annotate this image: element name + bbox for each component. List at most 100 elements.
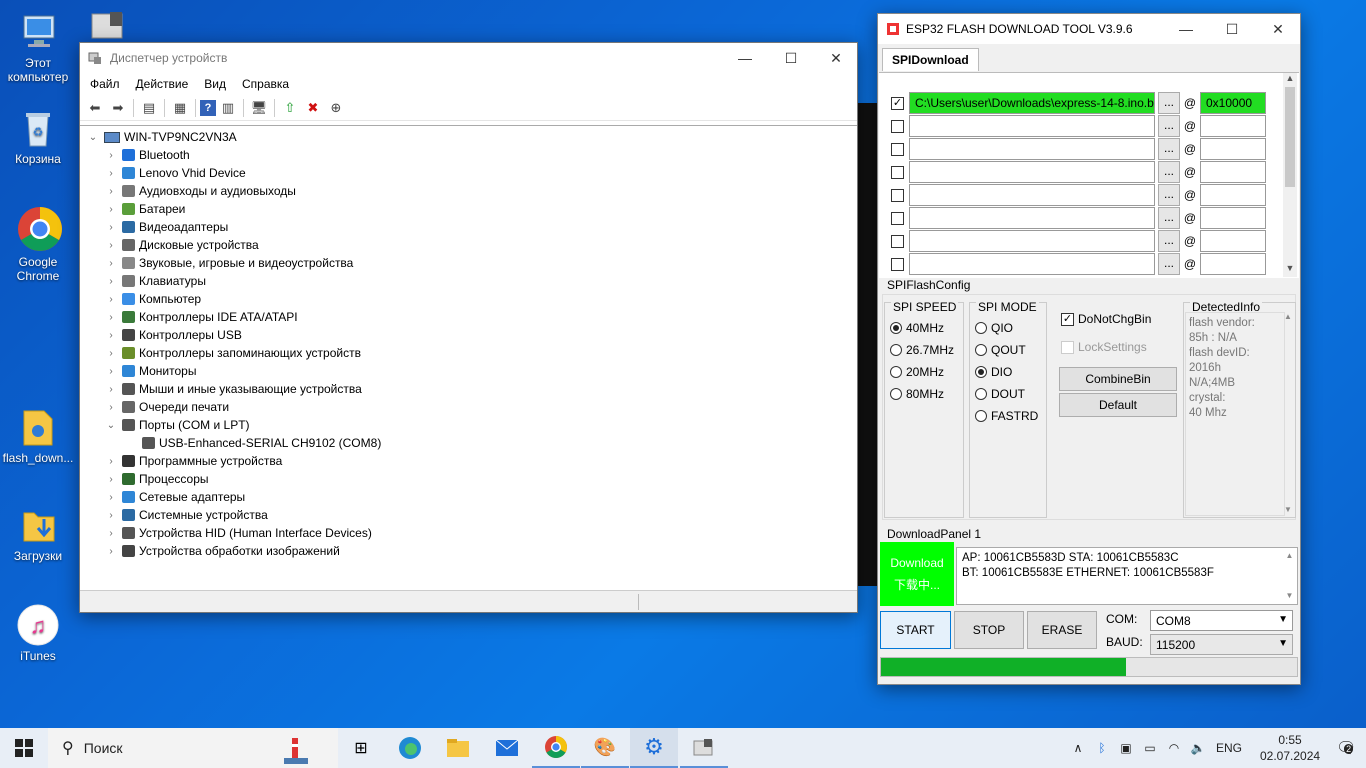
address-input[interactable]	[1200, 138, 1266, 160]
clock[interactable]: 0:55 02.07.2024	[1260, 732, 1320, 764]
lock-settings-checkbox[interactable]: LockSettings	[1061, 340, 1147, 354]
uninstall-icon[interactable]: ✖	[302, 97, 324, 119]
menu-file[interactable]: Файл	[82, 77, 128, 91]
start-button[interactable]: START	[880, 611, 951, 649]
detected-info-scrollbar[interactable]: ▲ ▼	[1281, 312, 1295, 516]
search-box[interactable]: ⚲ Поиск	[48, 728, 338, 768]
combine-bin-button[interactable]: CombineBin	[1059, 367, 1177, 391]
file-enable-checkbox[interactable]	[891, 165, 904, 179]
menu-help[interactable]: Справка	[234, 77, 297, 91]
close-button[interactable]: ✕	[1255, 14, 1301, 44]
browse-button[interactable]: ...	[1158, 161, 1180, 183]
chevron-right-icon[interactable]: ›	[104, 150, 118, 161]
download-icon[interactable]: ⊕	[325, 97, 347, 119]
chrome-taskbar-icon[interactable]	[532, 728, 580, 768]
forward-icon[interactable]: ➡	[107, 97, 129, 119]
device-category[interactable]: › Программные устройства	[104, 452, 282, 470]
browse-button[interactable]: ...	[1158, 184, 1180, 206]
chevron-right-icon[interactable]: ›	[104, 168, 118, 179]
device-category[interactable]: › Системные устройства	[104, 506, 267, 524]
chevron-right-icon[interactable]: ›	[104, 222, 118, 233]
mode-qout-radio[interactable]: QOUT	[975, 343, 1026, 357]
mode-dout-radio[interactable]: DOUT	[975, 387, 1025, 401]
mode-qio-radio[interactable]: QIO	[975, 321, 1013, 335]
device-category[interactable]: › Мониторы	[104, 362, 196, 380]
device-category[interactable]: › Клавиатуры	[104, 272, 206, 290]
close-button[interactable]: ✕	[813, 43, 859, 73]
device-category[interactable]: › Процессоры	[104, 470, 208, 488]
desktop-icon-flash-download[interactable]: flash_down...	[0, 405, 76, 465]
settings-icon[interactable]: ⚙	[630, 728, 678, 768]
tab-spidownload[interactable]: SPIDownload	[882, 48, 979, 71]
desktop-icon-itunes[interactable]: ♫ iTunes	[0, 603, 76, 663]
file-path-input[interactable]	[909, 184, 1155, 206]
scroll-down-icon[interactable]: ▼	[1283, 263, 1297, 277]
wifi-icon[interactable]: ◠	[1162, 741, 1186, 755]
device-category[interactable]: › Сетевые адаптеры	[104, 488, 245, 506]
address-input[interactable]	[1200, 161, 1266, 183]
minimize-button[interactable]: —	[722, 43, 768, 73]
chevron-right-icon[interactable]: ›	[104, 186, 118, 197]
scroll-up-icon[interactable]: ▲	[1281, 312, 1295, 321]
speed-20mhz-radio[interactable]: 20MHz	[890, 365, 944, 379]
scroll-down-icon[interactable]: ▼	[1283, 588, 1296, 603]
speed-26mhz-radio[interactable]: 26.7MHz	[890, 343, 954, 357]
scroll-up-icon[interactable]: ▲	[1283, 548, 1296, 563]
device-category[interactable]: › Мыши и иные указывающие устройства	[104, 380, 361, 398]
chevron-down-icon[interactable]: ⌄	[104, 420, 118, 431]
log-scrollbar[interactable]: ▲ ▼	[1283, 548, 1296, 604]
mail-icon[interactable]	[483, 728, 531, 768]
chevron-right-icon[interactable]: ›	[104, 456, 118, 467]
browse-button[interactable]: ...	[1158, 230, 1180, 252]
file-path-input[interactable]	[909, 161, 1155, 183]
device-category[interactable]: › Аудиовходы и аудиовыходы	[104, 182, 296, 200]
show-hide-icon[interactable]: ▦	[169, 97, 191, 119]
file-path-input[interactable]	[909, 253, 1155, 275]
device-category[interactable]: › Устройства HID (Human Interface Devices…	[104, 524, 372, 542]
file-enable-checkbox[interactable]	[891, 234, 904, 248]
device-category[interactable]: › Lenovo Vhid Device	[104, 164, 245, 182]
chevron-right-icon[interactable]: ›	[104, 492, 118, 503]
file-enable-checkbox[interactable]	[891, 142, 904, 156]
mode-dio-radio[interactable]: DIO	[975, 365, 1012, 379]
device-category[interactable]: › Дисковые устройства	[104, 236, 258, 254]
device-category[interactable]: ⌄ Порты (COM и LPT)	[104, 416, 250, 434]
file-path-input[interactable]	[909, 207, 1155, 229]
help-icon[interactable]: ?	[200, 99, 216, 116]
device-category[interactable]: › Контроллеры IDE ATA/ATAPI	[104, 308, 297, 326]
chevron-right-icon[interactable]: ›	[104, 402, 118, 413]
chevron-right-icon[interactable]: ›	[104, 258, 118, 269]
address-input[interactable]	[1200, 230, 1266, 252]
file-path-input[interactable]	[909, 138, 1155, 160]
chevron-right-icon[interactable]: ›	[104, 204, 118, 215]
address-input[interactable]	[1200, 184, 1266, 206]
chevron-right-icon[interactable]: ›	[104, 528, 118, 539]
device-app-taskbar-icon[interactable]	[680, 728, 728, 768]
scan-hardware-icon[interactable]: 🖥	[248, 97, 270, 119]
details-icon[interactable]: ▥	[217, 97, 239, 119]
file-enable-checkbox[interactable]	[891, 257, 904, 271]
minimize-button[interactable]: —	[1163, 14, 1209, 44]
file-enable-checkbox[interactable]	[891, 119, 904, 133]
scroll-thumb[interactable]	[1285, 87, 1295, 187]
file-path-input[interactable]	[909, 115, 1155, 137]
chevron-right-icon[interactable]: ›	[104, 330, 118, 341]
chevron-right-icon[interactable]: ›	[104, 384, 118, 395]
file-path-input[interactable]	[909, 230, 1155, 252]
default-button[interactable]: Default	[1059, 393, 1177, 417]
device-category[interactable]: › Очереди печати	[104, 398, 229, 416]
chevron-right-icon[interactable]: ›	[104, 510, 118, 521]
maximize-button[interactable]: ☐	[1209, 14, 1255, 44]
browse-button[interactable]: ...	[1158, 92, 1180, 114]
menu-action[interactable]: Действие	[128, 77, 197, 91]
address-input[interactable]: 0x10000	[1200, 92, 1266, 114]
device-category[interactable]: › Звуковые, игровые и видеоустройства	[104, 254, 353, 272]
chevron-right-icon[interactable]: ›	[104, 240, 118, 251]
volume-icon[interactable]: 🔈	[1186, 741, 1210, 755]
back-icon[interactable]: ⬅	[84, 97, 106, 119]
scroll-down-icon[interactable]: ▼	[1281, 505, 1295, 514]
file-list-scrollbar[interactable]: ▲ ▼	[1283, 73, 1297, 277]
chevron-right-icon[interactable]: ›	[104, 348, 118, 359]
file-enable-checkbox[interactable]	[891, 211, 904, 225]
desktop-icon-chrome[interactable]: Google Chrome	[0, 205, 76, 283]
